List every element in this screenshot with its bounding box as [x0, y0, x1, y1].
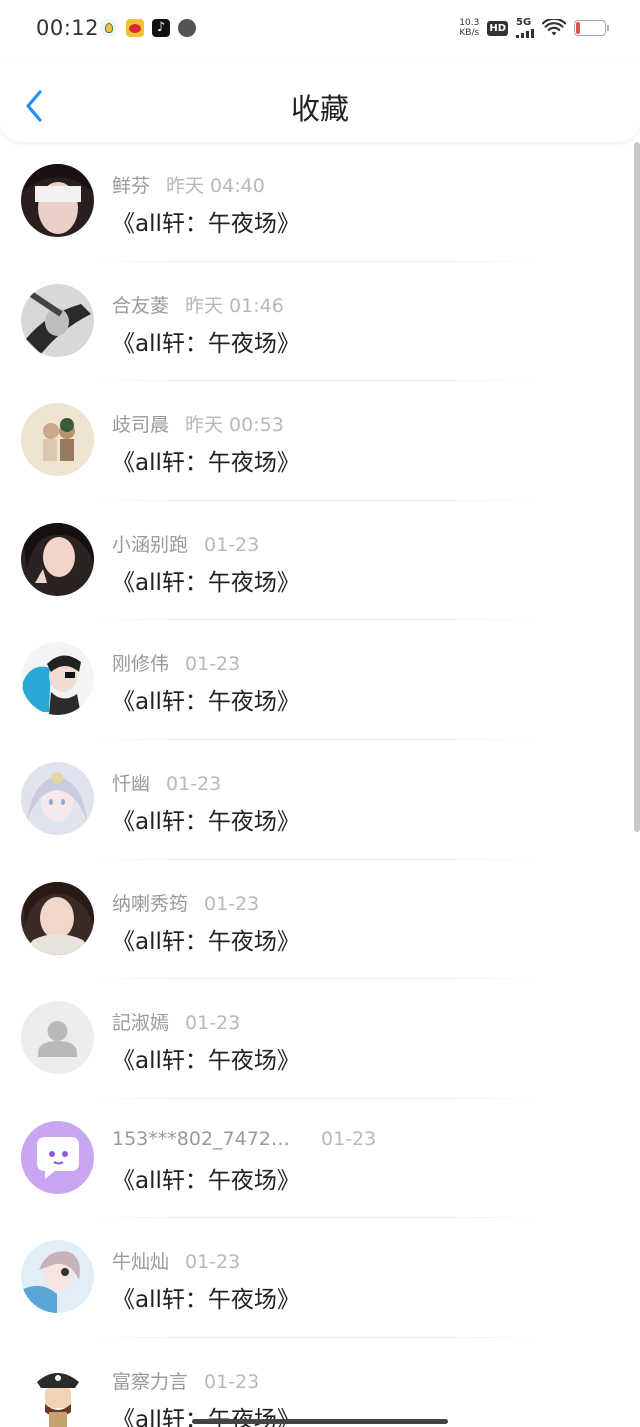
- timestamp: 01-23: [321, 1127, 377, 1150]
- scrollbar[interactable]: [634, 142, 640, 832]
- author-name[interactable]: 合友菱: [112, 295, 169, 317]
- timestamp: 01-23: [185, 1012, 241, 1035]
- timestamp: 01-23: [204, 533, 260, 556]
- avatar[interactable]: [21, 522, 94, 596]
- pirate-icon[interactable]: [21, 1359, 94, 1427]
- chat-bubble-icon[interactable]: [21, 1120, 94, 1194]
- timestamp: 昨天 04:40: [166, 175, 265, 197]
- author-line: 刚修伟 01-23: [112, 649, 240, 676]
- list-item[interactable]: 合友菱 昨天 01:46 《all轩：午夜场》: [0, 262, 640, 382]
- author-line: 小涵别跑 01-23: [112, 530, 259, 557]
- avatar[interactable]: [21, 283, 94, 357]
- story-title[interactable]: 《all轩：午夜场》: [112, 922, 300, 956]
- app-header: 收藏: [0, 60, 640, 142]
- author-line: 合友菱 昨天 01:46: [112, 291, 284, 318]
- hd-badge: HD: [487, 20, 508, 36]
- story-title[interactable]: 《all轩：午夜场》: [112, 204, 300, 238]
- author-line: 鲜芬 昨天 04:40: [112, 171, 265, 198]
- author-name[interactable]: 忏幽: [112, 773, 150, 795]
- weibo-icon: [126, 19, 144, 37]
- timestamp: 01-23: [185, 653, 241, 676]
- notification-icons: ♪: [100, 19, 196, 37]
- story-title[interactable]: 《all轩：午夜场》: [112, 802, 300, 836]
- network-type: 5G: [516, 17, 532, 28]
- timestamp: 01-23: [166, 772, 222, 795]
- author-line: 忏幽 01-23: [112, 769, 221, 796]
- story-title[interactable]: 《all轩：午夜场》: [112, 563, 300, 597]
- story-title[interactable]: 《all轩：午夜场》: [112, 1161, 300, 1195]
- avatar[interactable]: [21, 881, 94, 955]
- list-item[interactable]: 記淑嫣 01-23 《all轩：午夜场》: [0, 979, 640, 1099]
- list-item[interactable]: 歧司晨 昨天 00:53 《all轩：午夜场》: [0, 381, 640, 501]
- status-bar: 00:12 ♪ 10.3 KB/s HD 5G 13: [0, 0, 640, 60]
- author-line: 纳喇秀筠 01-23: [112, 889, 259, 916]
- list-item[interactable]: 鲜芬 昨天 04:40 《all轩：午夜场》: [0, 142, 640, 262]
- story-title[interactable]: 《all轩：午夜场》: [112, 1041, 300, 1075]
- author-name[interactable]: 記淑嫣: [112, 1012, 169, 1034]
- page-title: 收藏: [290, 92, 349, 126]
- list-item[interactable]: 牛灿灿 01-23 《all轩：午夜场》: [0, 1218, 640, 1338]
- author-line: 歧司晨 昨天 00:53: [112, 410, 284, 437]
- battery-icon: 13: [574, 20, 609, 36]
- list-item[interactable]: 富察力言 01-23 《all轩：午夜场》: [0, 1338, 640, 1427]
- author-line: 富察力言 01-23: [112, 1367, 259, 1394]
- list-item[interactable]: 忏幽 01-23 《all轩：午夜场》: [0, 740, 640, 860]
- qq-icon: [100, 19, 118, 37]
- wifi-icon: [542, 19, 566, 37]
- author-line: 記淑嫣 01-23: [112, 1008, 240, 1035]
- story-title[interactable]: 《all轩：午夜场》: [112, 682, 300, 716]
- favorites-list[interactable]: 鲜芬 昨天 04:40 《all轩：午夜场》 合友菱 昨天 01:46 《all轩：午夜场…: [0, 142, 640, 1427]
- system-indicators: 10.3 KB/s HD 5G 13: [459, 18, 609, 38]
- author-name[interactable]: 牛灿灿: [112, 1251, 169, 1273]
- battery-level: 13: [582, 21, 598, 34]
- author-name[interactable]: 歧司晨: [112, 414, 169, 436]
- avatar[interactable]: [21, 642, 94, 716]
- timestamp: 01-23: [204, 892, 260, 915]
- status-time: 00:12: [36, 16, 100, 40]
- timestamp: 01-23: [204, 1370, 260, 1393]
- author-line: 牛灿灿 01-23: [112, 1247, 240, 1274]
- story-title[interactable]: 《all轩：午夜场》: [112, 443, 300, 477]
- message-icon: [178, 19, 196, 37]
- network-speed-value: 10.3: [459, 18, 480, 28]
- list-item[interactable]: 小涵别跑 01-23 《all轩：午夜场》: [0, 501, 640, 621]
- author-name[interactable]: 刚修伟: [112, 653, 169, 675]
- cellular-signal-icon: 5G: [516, 18, 534, 38]
- home-indicator[interactable]: [192, 1419, 448, 1424]
- avatar[interactable]: [21, 1240, 94, 1314]
- author-name[interactable]: 富察力言: [112, 1371, 188, 1393]
- story-title[interactable]: 《all轩：午夜场》: [112, 1280, 300, 1314]
- timestamp: 01-23: [185, 1251, 241, 1274]
- default-person-icon[interactable]: [21, 1001, 94, 1075]
- timestamp: 昨天 00:53: [185, 414, 284, 437]
- story-title[interactable]: 《all轩：午夜场》: [112, 324, 300, 358]
- avatar[interactable]: [21, 164, 94, 237]
- avatar[interactable]: [21, 761, 94, 835]
- author-line: 153***802_7472… 01-23: [112, 1128, 376, 1150]
- author-name[interactable]: 鲜芬: [112, 175, 150, 197]
- author-name[interactable]: 153***802_7472…: [112, 1128, 304, 1150]
- author-name[interactable]: 小涵别跑: [112, 534, 188, 556]
- avatar[interactable]: [21, 403, 94, 477]
- list-item[interactable]: 纳喇秀筠 01-23 《all轩：午夜场》: [0, 860, 640, 980]
- timestamp: 昨天 01:46: [185, 294, 284, 317]
- list-item[interactable]: 刚修伟 01-23 《all轩：午夜场》: [0, 620, 640, 740]
- list-item[interactable]: 153***802_7472… 01-23 《all轩：午夜场》: [0, 1099, 640, 1219]
- tiktok-icon: ♪: [152, 19, 170, 37]
- network-speed-unit: KB/s: [459, 28, 480, 38]
- author-name[interactable]: 纳喇秀筠: [112, 893, 188, 915]
- network-speed: 10.3 KB/s: [459, 18, 479, 38]
